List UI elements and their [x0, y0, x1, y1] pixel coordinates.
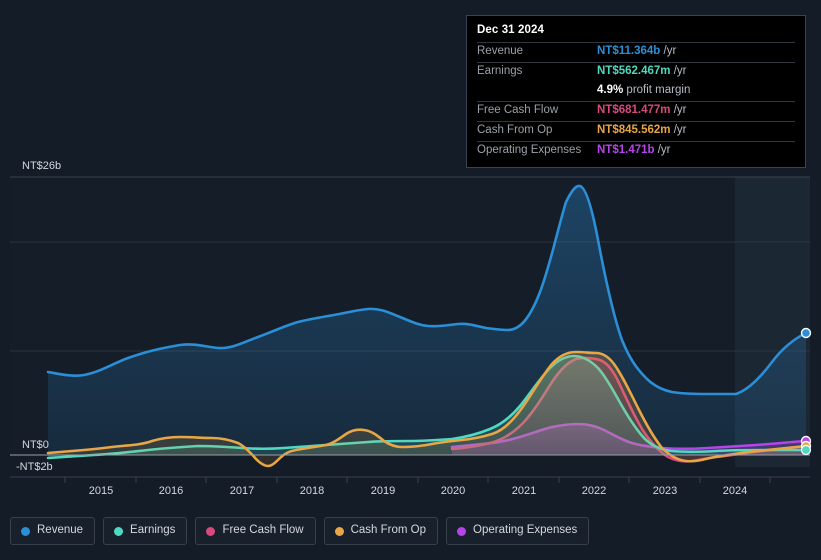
tooltip-value-cash-from-op: NT$845.562m — [597, 124, 671, 136]
tooltip-value-profit-margin: 4.9% — [597, 84, 624, 96]
legend-label-cash-from-op: Cash From Op — [350, 524, 427, 537]
revenue-endpoint-dot — [800, 327, 812, 339]
tooltip-unit-profit-margin: profit margin — [626, 84, 691, 96]
tooltip-unit-earnings: /yr — [673, 65, 687, 77]
earnings-endpoint-dot — [800, 444, 812, 456]
earnings-color-dot-icon — [114, 526, 124, 536]
x-axis-label-2023: 2023 — [652, 485, 678, 497]
tooltip-row-cash-from-op: Cash From Op NT$845.562m /yr — [477, 121, 795, 141]
x-axis-label-2019: 2019 — [370, 485, 396, 497]
free-cash-flow-color-dot-icon — [206, 526, 216, 536]
revenue-color-dot-icon — [21, 526, 30, 536]
tooltip-label-cash-from-op: Cash From Op — [477, 124, 553, 136]
tooltip-label-free-cash-flow: Free Cash Flow — [477, 104, 559, 116]
x-axis-label-2021: 2021 — [511, 485, 537, 497]
chart-legend: Revenue Earnings Free Cash Flow Cash Fro… — [10, 517, 590, 545]
legend-label-operating-expenses: Operating Expenses — [473, 524, 578, 537]
x-axis-ticks — [64, 477, 771, 483]
legend-item-revenue[interactable]: Revenue — [10, 517, 96, 545]
x-axis-label-2017: 2017 — [229, 485, 255, 497]
x-axis-label-2018: 2018 — [299, 485, 325, 497]
tooltip-label-earnings: Earnings — [477, 65, 523, 77]
tooltip-unit-revenue: /yr — [663, 45, 677, 57]
cash-from-op-color-dot-icon — [334, 526, 344, 536]
tooltip-row-operating-expenses: Operating Expenses NT$1.471b /yr — [477, 141, 795, 161]
tooltip-date: Dec 31 2024 — [477, 24, 544, 36]
tooltip-value-revenue: NT$11.364b — [597, 45, 661, 57]
tooltip-label-revenue: Revenue — [477, 45, 524, 57]
tooltip-unit-cash-from-op: /yr — [673, 124, 687, 136]
legend-label-revenue: Revenue — [37, 524, 84, 537]
tooltip-unit-free-cash-flow: /yr — [673, 104, 687, 116]
legend-label-earnings: Earnings — [130, 524, 176, 537]
y-axis-label-top: NT$26b — [22, 160, 62, 172]
legend-item-earnings[interactable]: Earnings — [103, 517, 188, 545]
tooltip-value-earnings: NT$562.467m — [597, 65, 671, 77]
tooltip-row-revenue: Revenue NT$11.364b /yr — [477, 42, 795, 62]
revenue-earnings-chart: NT$26b NT$0 -NT$2b 2015 2016 2017 2018 2… — [0, 0, 821, 560]
x-axis-label-2015: 2015 — [88, 485, 114, 497]
tooltip-row-earnings: Earnings NT$562.467m /yr — [477, 62, 795, 82]
y-axis-label-bottom: -NT$2b — [16, 461, 53, 473]
tooltip-label-operating-expenses: Operating Expenses — [477, 144, 582, 156]
x-axis-label-2022: 2022 — [581, 485, 607, 497]
legend-label-free-cash-flow: Free Cash Flow — [222, 524, 304, 537]
tooltip-value-free-cash-flow: NT$681.477m — [597, 104, 671, 116]
legend-item-free-cash-flow[interactable]: Free Cash Flow — [195, 517, 316, 545]
x-axis-label-2024: 2024 — [722, 485, 748, 497]
y-axis-label-zero: NT$0 — [22, 439, 49, 451]
tooltip-row-free-cash-flow: Free Cash Flow NT$681.477m /yr — [477, 101, 795, 121]
tooltip-unit-operating-expenses: /yr — [657, 144, 671, 156]
legend-item-cash-from-op[interactable]: Cash From Op — [323, 517, 439, 545]
operating-expenses-color-dot-icon — [457, 526, 467, 536]
tooltip-row-profit-margin: 4.9% profit margin — [477, 82, 795, 101]
tooltip-value-operating-expenses: NT$1.471b — [597, 144, 655, 156]
chart-tooltip: Dec 31 2024 Revenue NT$11.364b /yr Earni… — [466, 15, 806, 168]
x-axis-label-2020: 2020 — [440, 485, 466, 497]
x-axis-label-2016: 2016 — [158, 485, 184, 497]
legend-item-operating-expenses[interactable]: Operating Expenses — [446, 517, 590, 545]
